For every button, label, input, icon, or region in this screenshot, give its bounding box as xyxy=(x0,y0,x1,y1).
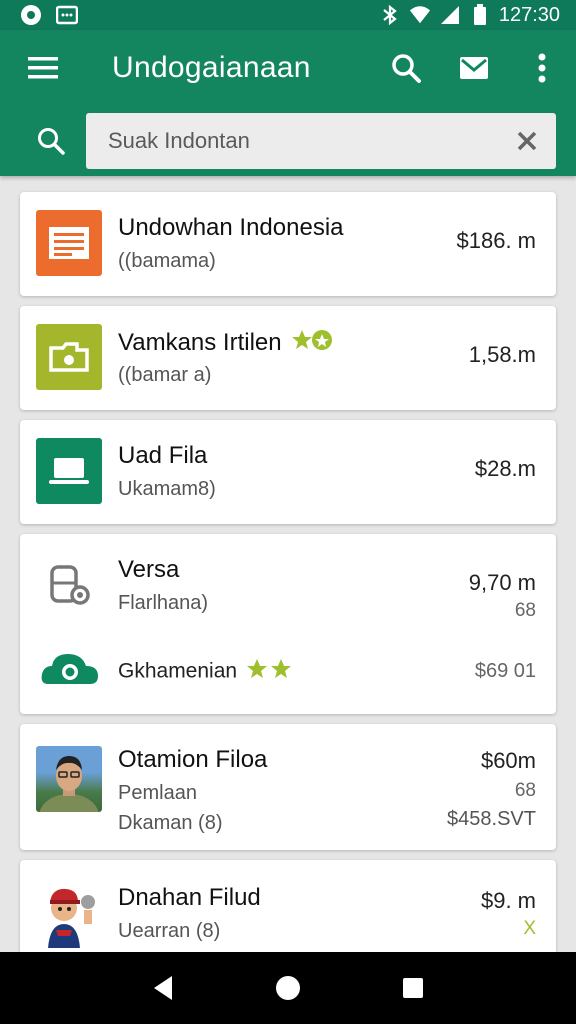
recents-icon xyxy=(403,978,424,998)
item-price: 1,58.m xyxy=(468,342,536,367)
item-price-sub-2: $458.SVT xyxy=(447,808,536,830)
signal-icon xyxy=(439,4,461,26)
recents-button[interactable] xyxy=(389,964,437,1012)
item-title: Dnahan Filud xyxy=(118,884,261,911)
status-time: 127:30 xyxy=(498,3,560,26)
item-title: Vamkans Irtilen xyxy=(118,328,336,359)
home-button[interactable] xyxy=(264,964,312,1012)
item-price: $60m xyxy=(480,748,536,773)
cartoon-avatar xyxy=(36,880,106,950)
item-title: Uad Fila xyxy=(118,442,208,469)
item-subtitle: ((bamar a) xyxy=(118,364,212,386)
back-icon xyxy=(153,976,172,1000)
star-badge-icon xyxy=(292,328,336,359)
list-item[interactable]: Gkhamenian $69 01 xyxy=(20,638,556,708)
close-icon xyxy=(517,131,537,151)
menu-button[interactable] xyxy=(26,51,60,85)
search-button[interactable] xyxy=(386,48,426,88)
item-title: Undowhan Indonesia xyxy=(118,214,344,241)
search-lead-icon xyxy=(34,124,68,158)
star-badge-icon xyxy=(246,658,293,686)
item-title: Gkhamenian xyxy=(118,659,238,683)
status-bar: 127:30 xyxy=(0,0,576,30)
menu-icon xyxy=(28,57,58,79)
search-box[interactable] xyxy=(86,113,556,169)
battery-icon xyxy=(469,4,491,26)
item-subtitle: Ukamam8) xyxy=(118,478,216,500)
storage-icon xyxy=(36,552,102,618)
list-item[interactable]: Vamkans Irtilen ((bamar a) 1,58.m xyxy=(20,306,556,410)
item-price-sub: 68 xyxy=(514,780,536,801)
item-subtitle-2: Dkaman (8) xyxy=(118,812,223,834)
item-subtitle: Flarlhana) xyxy=(118,592,209,614)
navigation-bar xyxy=(0,952,576,1024)
mail-icon xyxy=(460,57,488,79)
more-vert-icon xyxy=(538,53,546,83)
file-list: Undowhan Indonesia ((bamama) $186. m Vam… xyxy=(20,192,556,980)
list-item[interactable]: Uad Fila Ukamam8) $28.m xyxy=(20,420,556,524)
mail-button[interactable] xyxy=(454,48,494,88)
app-bar: Undogaianaan xyxy=(0,30,576,176)
folder-share-icon xyxy=(36,324,102,390)
list-item[interactable]: Versa Flarlhana) 9,70 m 68 xyxy=(20,534,556,634)
more-button[interactable] xyxy=(522,48,562,88)
home-icon xyxy=(275,976,300,1000)
search-icon xyxy=(392,54,421,83)
laptop-icon xyxy=(36,438,102,504)
item-price-sub: X xyxy=(523,918,536,939)
item-title-text: Vamkans Irtilen xyxy=(118,328,282,356)
cloud-camera-icon xyxy=(40,648,100,688)
item-price: 9,70 m xyxy=(468,570,536,595)
wifi-icon xyxy=(409,4,431,26)
item-price: $69 01 xyxy=(474,660,536,682)
person-photo xyxy=(36,746,102,812)
item-subtitle: ((bamama) xyxy=(118,250,216,272)
document-icon xyxy=(36,210,102,276)
item-subtitle: Uearran (8) xyxy=(118,920,221,942)
list-group: Versa Flarlhana) 9,70 m 68 Gkhamenian $6… xyxy=(20,534,556,714)
app-title: Undogaianaan xyxy=(112,51,311,84)
item-price: $9. m xyxy=(480,888,536,913)
message-icon xyxy=(56,4,78,26)
item-title: Otamion Filoa xyxy=(118,746,268,773)
item-price-sub: 68 xyxy=(514,600,536,621)
clear-search-button[interactable] xyxy=(512,126,542,156)
item-subtitle: Pemlaan xyxy=(118,782,197,804)
search-input[interactable] xyxy=(108,128,512,154)
back-button[interactable] xyxy=(139,964,187,1012)
item-title: Versa xyxy=(118,556,180,583)
notification-icon xyxy=(20,4,42,26)
item-price: $186. m xyxy=(456,228,537,253)
list-item[interactable]: Otamion Filoa Pemlaan Dkaman (8) $60m 68… xyxy=(20,724,556,850)
bluetooth-icon xyxy=(379,4,401,26)
list-item[interactable]: Undowhan Indonesia ((bamama) $186. m xyxy=(20,192,556,296)
item-price: $28.m xyxy=(474,456,536,481)
